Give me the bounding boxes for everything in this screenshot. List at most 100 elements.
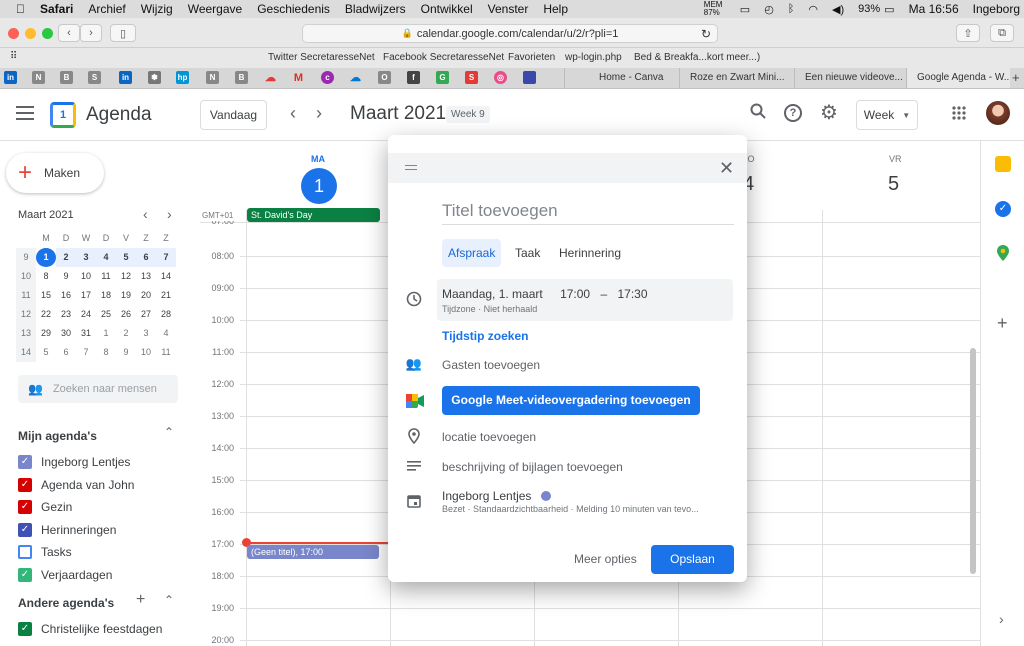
settings-gear-icon[interactable]: ⚙ bbox=[820, 100, 838, 125]
dialog-drag-bar[interactable]: ✕ bbox=[388, 153, 747, 183]
find-time-link[interactable]: Tijdstip zoeken bbox=[442, 329, 528, 343]
apple-icon[interactable]:  bbox=[16, 2, 25, 16]
favorite-link[interactable]: wp-login.php bbox=[565, 52, 622, 63]
b-icon[interactable]: B bbox=[235, 71, 248, 84]
zoom-window-button[interactable] bbox=[42, 28, 53, 39]
menu-venster[interactable]: Venster bbox=[488, 2, 529, 16]
other-calendars-title[interactable]: Andere agenda's bbox=[18, 596, 114, 610]
mini-day[interactable]: 3 bbox=[76, 248, 96, 267]
day-number-friday[interactable]: 5 bbox=[888, 173, 899, 196]
mini-day[interactable]: 21 bbox=[156, 286, 176, 305]
mini-day[interactable]: 8 bbox=[96, 343, 116, 362]
time-row[interactable]: Maandag, 1. maart 17:00 – 17:30 Tijdzone… bbox=[437, 279, 733, 321]
help-icon[interactable]: ? bbox=[784, 104, 802, 122]
calendar-checkbox[interactable]: ✓ bbox=[18, 522, 32, 537]
calendar-details[interactable]: Bezet · Standaardzichtbaarheid · Melding… bbox=[442, 504, 732, 514]
mini-day[interactable]: 6 bbox=[56, 343, 76, 362]
drag-handle-icon[interactable] bbox=[405, 165, 417, 170]
main-menu-icon[interactable] bbox=[16, 106, 34, 120]
mini-day[interactable]: 18 bbox=[96, 286, 116, 305]
previous-week-icon[interactable]: ‹ bbox=[290, 103, 296, 124]
calendar-item[interactable]: ✓ Agenda van John bbox=[18, 474, 188, 497]
save-button[interactable]: Opslaan bbox=[651, 545, 734, 574]
menu-archief[interactable]: Archief bbox=[88, 2, 125, 16]
new-tab-icon[interactable]: + bbox=[1012, 70, 1020, 85]
mini-day[interactable]: 15 bbox=[36, 286, 56, 305]
create-button[interactable]: + Maken bbox=[6, 153, 104, 193]
my-calendars-title[interactable]: Mijn agenda's bbox=[18, 429, 97, 443]
reload-icon[interactable]: ↻ bbox=[701, 27, 711, 41]
calendar-item[interactable]: Tasks bbox=[18, 541, 188, 564]
week-number[interactable]: 9 bbox=[16, 248, 36, 267]
s-icon[interactable]: S bbox=[465, 71, 478, 84]
next-week-icon[interactable]: › bbox=[316, 103, 322, 124]
hp-icon[interactable]: hp bbox=[176, 71, 189, 84]
mini-day[interactable]: 7 bbox=[156, 248, 176, 267]
week-number[interactable]: 13 bbox=[16, 324, 36, 343]
mini-day[interactable]: 3 bbox=[136, 324, 156, 343]
tabs-overview-icon[interactable]: ⧉ bbox=[990, 24, 1014, 42]
mini-next-icon[interactable]: › bbox=[167, 206, 172, 222]
mini-day[interactable]: 29 bbox=[36, 324, 56, 343]
f-icon[interactable]: f bbox=[407, 71, 420, 84]
mini-day[interactable]: 8 bbox=[36, 267, 56, 286]
mini-day[interactable]: 9 bbox=[56, 267, 76, 286]
view-select[interactable]: Week ▼ bbox=[856, 100, 918, 130]
add-calendar-icon[interactable]: + bbox=[136, 591, 145, 609]
linkedin-icon[interactable]: in bbox=[4, 71, 17, 84]
chrome-icon[interactable]: c bbox=[321, 71, 334, 84]
menu-ontwikkel[interactable]: Ontwikkel bbox=[421, 2, 473, 16]
airplay-icon[interactable]: ▭ bbox=[740, 3, 750, 16]
address-bar[interactable]: 🔒 calendar.google.com/calendar/u/2/r?pli… bbox=[302, 24, 718, 43]
menu-bladwijzers[interactable]: Bladwijzers bbox=[345, 2, 406, 16]
add-addon-icon[interactable]: + bbox=[997, 313, 1008, 334]
mini-day[interactable]: 28 bbox=[156, 305, 176, 324]
keep-icon[interactable] bbox=[995, 156, 1011, 172]
calendar-item[interactable]: ✓ Herinneringen bbox=[18, 519, 188, 542]
close-icon[interactable]: ✕ bbox=[719, 158, 734, 179]
minimize-window-button[interactable] bbox=[25, 28, 36, 39]
event-start-time[interactable]: 17:00 bbox=[560, 287, 590, 301]
mini-day[interactable]: 10 bbox=[136, 343, 156, 362]
search-icon[interactable] bbox=[750, 103, 766, 119]
tasks-icon[interactable]: ✓ bbox=[995, 201, 1011, 217]
grid-icon[interactable]: ⠿ bbox=[10, 51, 17, 62]
gmail-icon[interactable]: M bbox=[292, 71, 305, 84]
share-icon[interactable]: ⇧ bbox=[956, 24, 980, 42]
more-options-button[interactable]: Meer opties bbox=[568, 545, 643, 574]
apps-grid-icon[interactable] bbox=[952, 106, 966, 120]
mini-day[interactable]: 5 bbox=[116, 248, 136, 267]
week-number[interactable]: 12 bbox=[16, 305, 36, 324]
calendar-checkbox[interactable]: ✓ bbox=[18, 455, 32, 470]
search-people-input[interactable]: 👥 Zoeken naar mensen bbox=[18, 375, 178, 403]
type-tab-reminder[interactable]: Herinnering bbox=[553, 239, 627, 267]
volume-icon[interactable]: ◀) bbox=[832, 3, 844, 16]
calendar-item[interactable]: ✓ Verjaardagen bbox=[18, 564, 188, 587]
n-icon[interactable]: N bbox=[32, 71, 45, 84]
mini-day[interactable]: 31 bbox=[76, 324, 96, 343]
onedrive-icon[interactable]: ☁ bbox=[349, 71, 362, 84]
mini-day[interactable]: 12 bbox=[116, 267, 136, 286]
mini-day[interactable]: 22 bbox=[36, 305, 56, 324]
dribbble-icon[interactable]: ◎ bbox=[494, 71, 507, 84]
mini-day[interactable]: 2 bbox=[56, 248, 76, 267]
week-number[interactable]: 14 bbox=[16, 343, 36, 362]
mini-day[interactable]: 6 bbox=[136, 248, 156, 267]
mini-day[interactable]: 7 bbox=[76, 343, 96, 362]
forward-button[interactable]: › bbox=[80, 24, 102, 42]
mini-day[interactable]: 23 bbox=[56, 305, 76, 324]
b-icon[interactable]: B bbox=[60, 71, 73, 84]
wifi-icon[interactable]: ◠ bbox=[808, 3, 818, 16]
favorite-link[interactable]: Bed & Breakfa...kort meer...) bbox=[634, 52, 760, 63]
n-icon[interactable]: N bbox=[206, 71, 219, 84]
s-icon[interactable]: S bbox=[88, 71, 101, 84]
mini-day[interactable]: 11 bbox=[96, 267, 116, 286]
mini-day[interactable]: 1 bbox=[36, 248, 56, 267]
expand-panel-icon[interactable]: › bbox=[999, 611, 1004, 627]
puzzle-icon[interactable]: ✽ bbox=[148, 71, 161, 84]
menu-help[interactable]: Help bbox=[543, 2, 568, 16]
back-button[interactable]: ‹ bbox=[58, 24, 80, 42]
calendar-owner[interactable]: Ingeborg Lentjes bbox=[442, 489, 551, 503]
week-number[interactable]: 10 bbox=[16, 267, 36, 286]
maps-icon[interactable] bbox=[996, 245, 1010, 261]
